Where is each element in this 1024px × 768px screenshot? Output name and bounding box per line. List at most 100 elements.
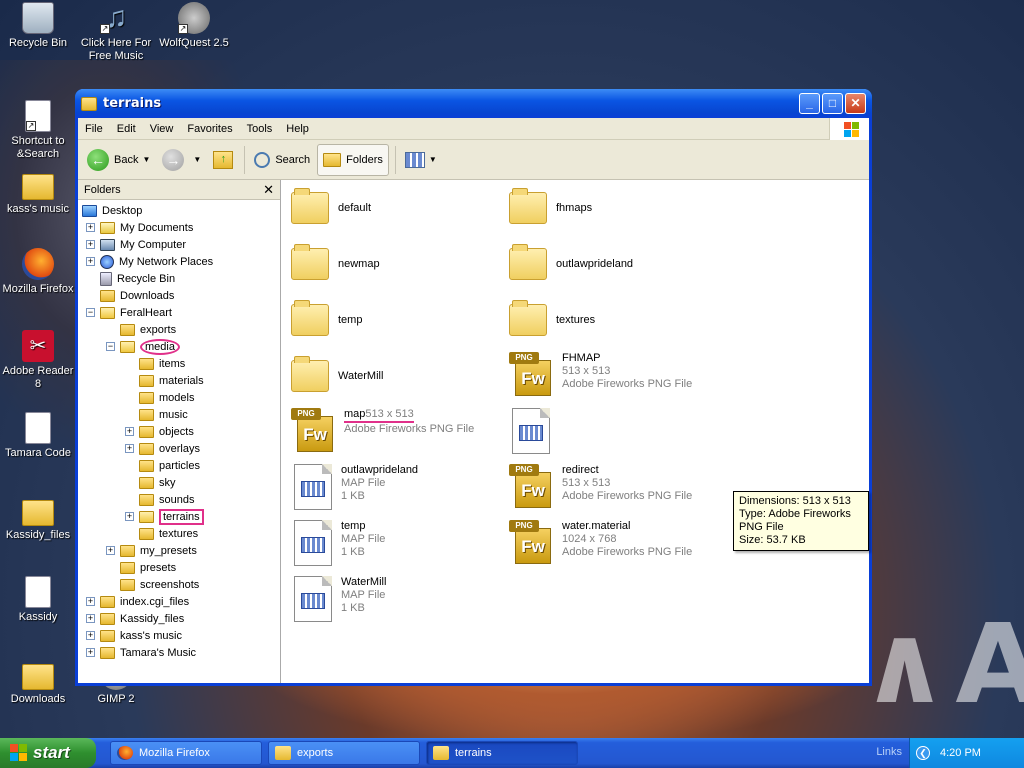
minimize-button[interactable]: _ — [799, 93, 820, 114]
desktop-icon[interactable]: kass's music — [0, 168, 76, 216]
tree-item[interactable]: particles — [125, 457, 200, 474]
tree-item[interactable]: items — [125, 355, 185, 372]
tree-item[interactable]: + My Documents — [86, 219, 193, 236]
expand-icon[interactable]: + — [86, 597, 95, 606]
maximize-button[interactable]: □ — [822, 93, 843, 114]
file-item[interactable]: Fw PNG FHMAP 513 x 513 Adobe Fireworks PNG F… — [509, 352, 724, 396]
tree-item[interactable]: presets — [106, 559, 176, 576]
expand-icon[interactable]: + — [86, 257, 95, 266]
menu-tools[interactable]: Tools — [240, 123, 280, 135]
tree-item[interactable]: screenshots — [106, 576, 199, 593]
collapse-icon[interactable]: − — [86, 308, 95, 317]
links-toolbar[interactable]: Links — [876, 746, 902, 758]
expand-icon[interactable]: + — [86, 223, 95, 232]
folder-item[interactable]: WaterMill — [291, 356, 506, 392]
tree-item[interactable]: + overlays — [125, 440, 200, 457]
chevron-down-icon[interactable]: ▼ — [142, 155, 150, 164]
search-button[interactable]: Search — [249, 144, 315, 176]
file-item[interactable]: outlawprideland MAP File 1 KB — [291, 464, 506, 510]
desktop-icon[interactable]: Mozilla Firefox — [0, 248, 76, 296]
desktop-icon[interactable]: ↗ WolfQuest 2.5 — [156, 2, 232, 50]
tree-item[interactable]: − media — [106, 338, 180, 355]
expand-icon[interactable]: + — [106, 546, 115, 555]
tree-item[interactable]: + My Computer — [86, 236, 186, 253]
tree-item[interactable]: materials — [125, 372, 204, 389]
expand-icon[interactable]: + — [86, 631, 95, 640]
tree-item[interactable]: + Tamara's Music — [86, 644, 196, 661]
desktop-icon[interactable]: Kassidy_files — [0, 494, 76, 542]
desktop-icon[interactable]: Tamara Code — [0, 412, 76, 460]
tree-item[interactable]: + kass's music — [86, 627, 182, 644]
tree-item[interactable]: − FeralHeart — [86, 304, 172, 321]
forward-button[interactable]: → ▼ — [157, 144, 206, 176]
tree-item[interactable]: Recycle Bin — [86, 270, 175, 287]
folder-item[interactable]: default — [291, 188, 506, 224]
file-item[interactable]: Fw PNG redirect 513 x 513 Adobe Fireworks PN… — [509, 464, 724, 508]
desktop-icon[interactable]: ↗ Shortcut to &Search — [0, 100, 76, 161]
folder-item[interactable]: temp — [291, 300, 506, 336]
menu-help[interactable]: Help — [279, 123, 316, 135]
views-button[interactable]: ▼ — [400, 144, 442, 176]
folder-item[interactable]: textures — [509, 300, 724, 336]
desktop-icon[interactable]: Kassidy — [0, 576, 76, 624]
desktop-icon[interactable]: ✂ Adobe Reader 8 — [0, 330, 76, 391]
tree-item-label: models — [159, 391, 195, 404]
tray-expand-icon[interactable]: ❮ — [916, 746, 930, 760]
close-icon[interactable]: ✕ — [263, 182, 274, 198]
file-item[interactable]: WaterMill MAP File 1 KB — [291, 576, 506, 622]
file-item[interactable]: Fw PNG water.material 1024 x 768 Adobe Firew… — [509, 520, 724, 564]
start-label: start — [33, 743, 70, 762]
folder-item[interactable]: newmap — [291, 244, 506, 280]
tree-item[interactable]: Downloads — [86, 287, 174, 304]
file-item[interactable] — [509, 408, 724, 454]
taskbar-button[interactable]: Mozilla Firefox — [110, 741, 262, 765]
expand-icon[interactable]: + — [125, 444, 134, 453]
expand-icon[interactable]: + — [86, 240, 95, 249]
tree-item[interactable]: + my_presets — [106, 542, 197, 559]
tree-item[interactable]: sounds — [125, 491, 194, 508]
folder-icon — [509, 244, 547, 280]
tree-item[interactable]: music — [125, 406, 188, 423]
expand-icon[interactable]: + — [86, 614, 95, 623]
close-button[interactable]: ✕ — [845, 93, 866, 114]
desktop-icon-label: Downloads — [10, 693, 66, 705]
tree-item[interactable]: exports — [106, 321, 176, 338]
tree-item[interactable]: textures — [125, 525, 198, 542]
menu-view[interactable]: View — [143, 123, 181, 135]
clock: 4:20 PM — [940, 747, 981, 759]
tree-item[interactable]: Desktop — [82, 202, 142, 219]
menu-bar: File Edit View Favorites Tools Help — [78, 118, 869, 140]
tree-item[interactable]: models — [125, 389, 194, 406]
expand-icon[interactable]: + — [125, 427, 134, 436]
expand-icon[interactable]: + — [86, 648, 95, 657]
tree-item[interactable]: + My Network Places — [86, 253, 213, 270]
chevron-down-icon[interactable]: ▼ — [193, 155, 201, 164]
chevron-down-icon[interactable]: ▼ — [429, 155, 437, 164]
taskbar-button[interactable]: exports — [268, 741, 420, 765]
tree-item[interactable]: sky — [125, 474, 176, 491]
tree-item-label: sky — [159, 476, 176, 489]
expand-icon[interactable]: + — [125, 512, 134, 521]
desktop-icon[interactable]: Recycle Bin — [0, 2, 76, 50]
start-button[interactable]: start — [0, 738, 96, 768]
folder-item[interactable]: outlawprideland — [509, 244, 724, 280]
folders-button[interactable]: Folders — [317, 143, 389, 176]
taskbar-button[interactable]: terrains — [426, 741, 578, 765]
tree-item[interactable]: + index.cgi_files — [86, 593, 189, 610]
menu-file[interactable]: File — [78, 123, 110, 135]
file-item[interactable]: temp MAP File 1 KB — [291, 520, 506, 566]
menu-favorites[interactable]: Favorites — [180, 123, 239, 135]
file-item[interactable]: Fw PNG map513 x 513 Adobe Fireworks PNG Fil… — [291, 408, 506, 452]
desktop-icon[interactable]: Downloads — [0, 658, 76, 706]
desktop-icon[interactable]: ♫ ↗ Click Here For Free Music — [78, 2, 154, 63]
menu-edit[interactable]: Edit — [110, 123, 143, 135]
back-button[interactable]: ← Back ▼ — [82, 144, 155, 176]
tree-item[interactable]: + terrains — [125, 508, 204, 525]
tree-item[interactable]: + objects — [125, 423, 194, 440]
title-bar[interactable]: terrains _ □ ✕ — [75, 89, 872, 118]
up-folder-button[interactable]: ↑ — [208, 144, 238, 176]
tree-item[interactable]: + Kassidy_files — [86, 610, 184, 627]
desktop-icon-label: Mozilla Firefox — [2, 283, 74, 295]
collapse-icon[interactable]: − — [106, 342, 115, 351]
folder-item[interactable]: fhmaps — [509, 188, 724, 224]
